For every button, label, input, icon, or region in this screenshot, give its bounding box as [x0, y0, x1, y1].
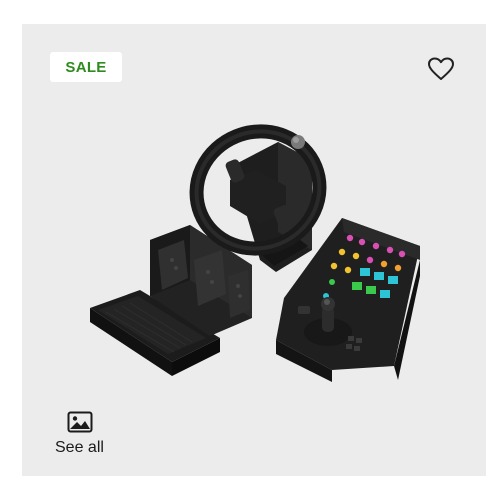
product-image[interactable] — [80, 100, 450, 426]
heart-icon — [428, 57, 454, 80]
see-all-label: See all — [55, 439, 104, 456]
product-card[interactable]: SALE See all — [22, 24, 486, 476]
see-all-link[interactable]: See all — [54, 408, 118, 456]
sale-badge: SALE — [50, 52, 122, 82]
image-gallery-icon — [67, 411, 93, 433]
sale-badge-label: SALE — [65, 58, 107, 76]
favorite-button[interactable] — [427, 57, 455, 81]
